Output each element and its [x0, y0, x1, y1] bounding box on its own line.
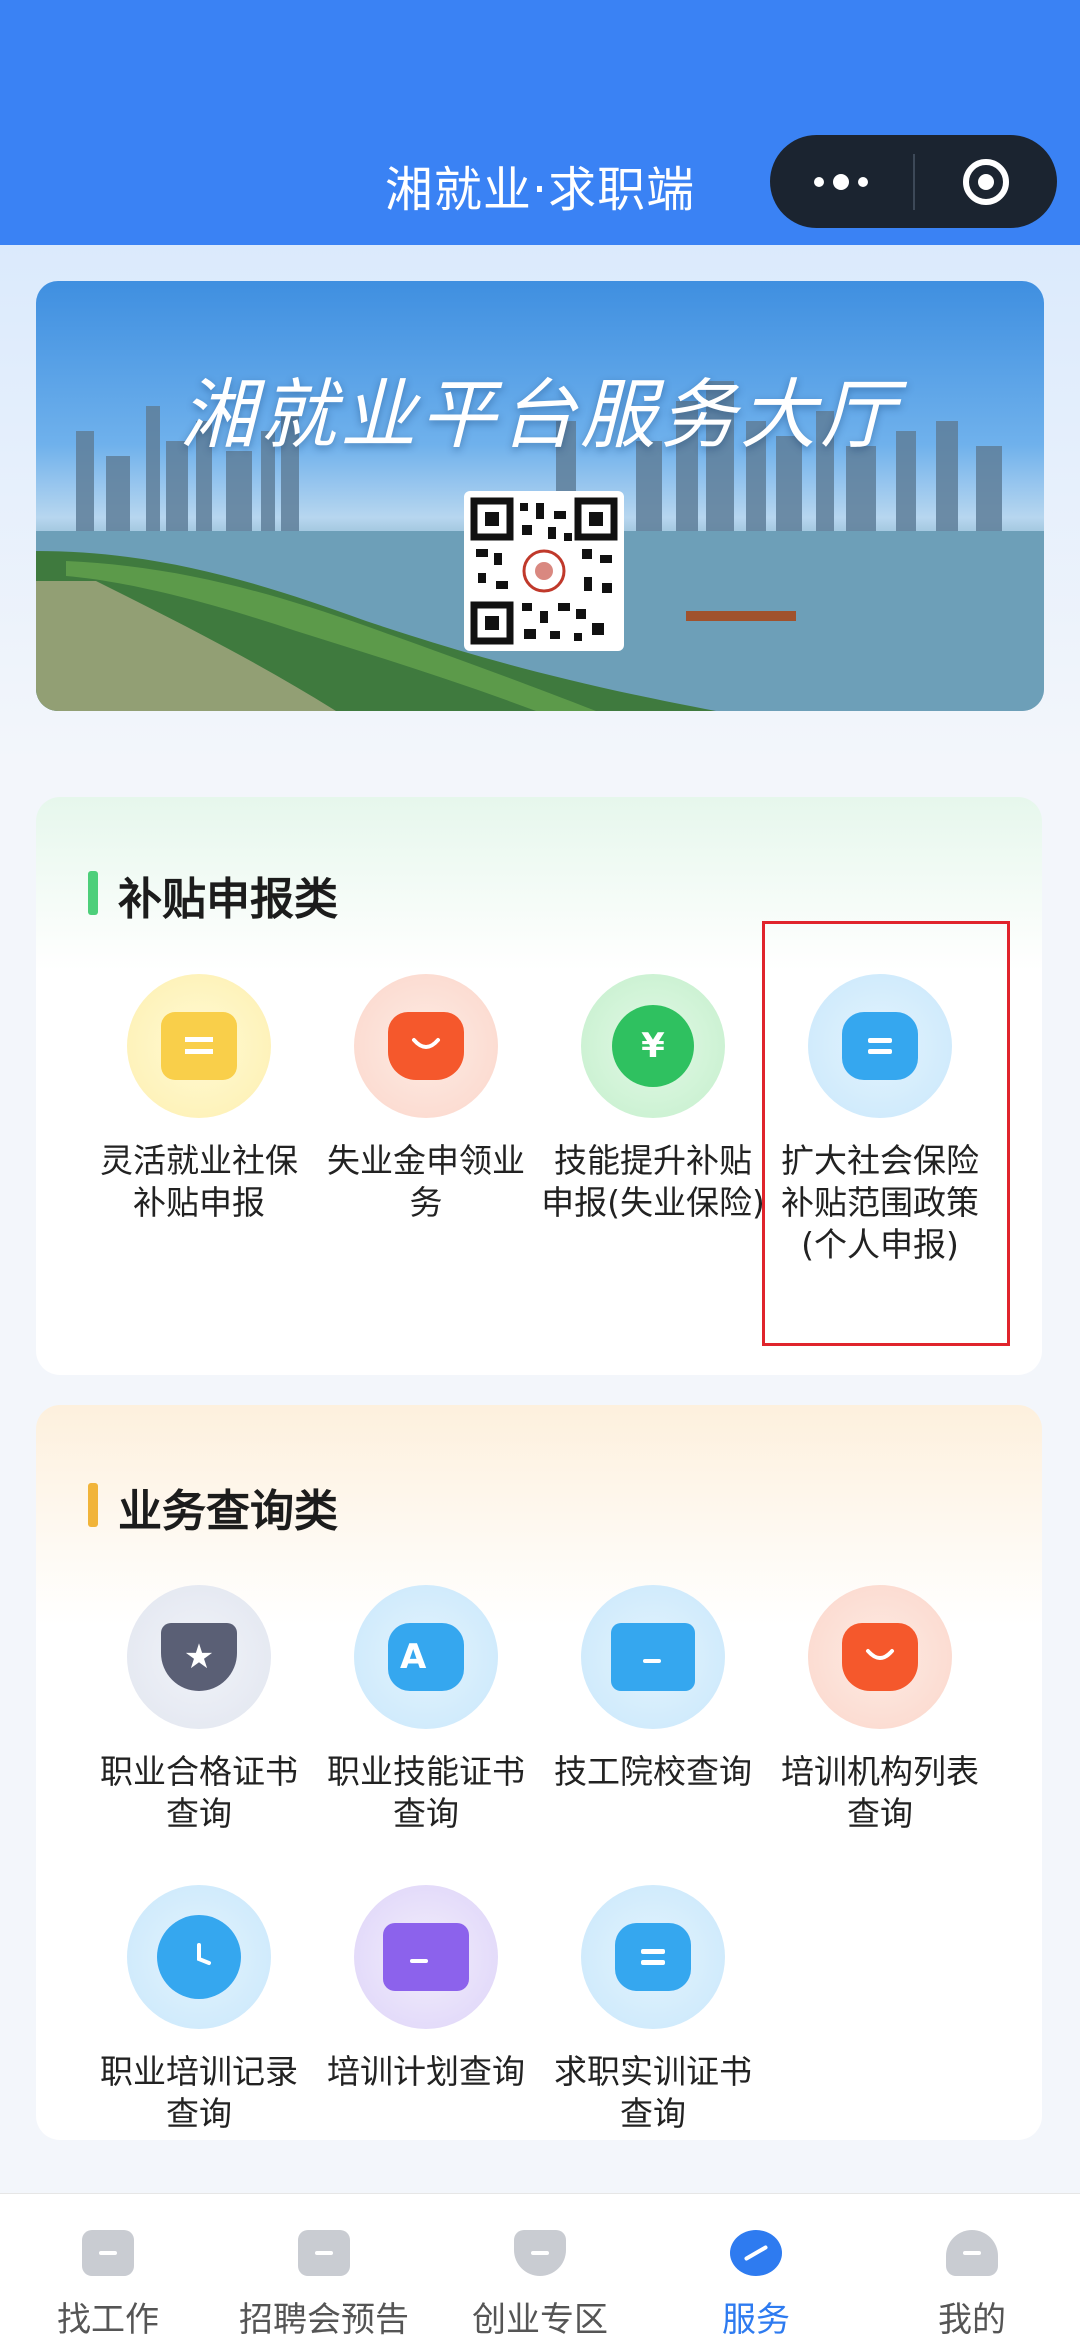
- more-button[interactable]: [770, 135, 913, 228]
- clock-icon: [127, 1885, 271, 2029]
- tab-label: 创业专区: [472, 2300, 608, 2340]
- grid-item-label: 失业金申领业务: [327, 1141, 525, 1222]
- more-dots-icon: [814, 173, 869, 190]
- grid-item-label: 灵活就业社保补贴申报: [100, 1141, 298, 1222]
- grid-item-flexible-employment-subsidy[interactable]: 灵活就业社保补贴申报: [86, 974, 312, 1224]
- title-bar: 湘就业·求职端: [0, 0, 1080, 245]
- grid-item-label: 培训机构列表查询: [781, 1752, 979, 1833]
- bag-icon: [808, 1585, 952, 1729]
- grid-item-skill-upgrade-subsidy[interactable]: ¥ 技能提升补贴申报(失业保险): [540, 974, 766, 1224]
- grid-item-label: 培训计划查询: [327, 2052, 525, 2091]
- grid-item-label: 职业培训记录查询: [100, 2052, 298, 2133]
- mini-program-capsule: [770, 135, 1057, 228]
- money-bag-icon: ¥: [581, 974, 725, 1118]
- highlight-box: [762, 921, 1010, 1346]
- service-hall-banner[interactable]: 湘就业平台服务大厅: [36, 281, 1044, 711]
- card-icon: [581, 1885, 725, 2029]
- target-icon: [962, 158, 1009, 205]
- tab-label: 服务: [722, 2300, 790, 2340]
- query-section-title: 业务查询类: [88, 1475, 338, 1539]
- notice-icon: [298, 2230, 350, 2276]
- tab-label: 我的: [938, 2300, 1006, 2340]
- grid-item-practical-training-certificate[interactable]: 求职实训证书查询: [540, 1885, 766, 2135]
- bottom-tab-bar: 找工作 招聘会预告 创业专区 服务 我的: [0, 2193, 1080, 2344]
- grid-item-label: 技工院校查询: [554, 1752, 752, 1791]
- grid-item-qualification-certificate[interactable]: ★ 职业合格证书查询: [86, 1585, 312, 1835]
- tab-label: 招聘会预告: [239, 2300, 409, 2340]
- grid-item-skill-certificate[interactable]: A 职业技能证书查询: [313, 1585, 539, 1835]
- query-section-card: 业务查询类 ★ 职业合格证书查询 A 职业技能证书查询 技工院校查询 培训机构列…: [36, 1405, 1042, 2140]
- tab-mine[interactable]: 我的: [864, 2194, 1080, 2344]
- tab-services[interactable]: 服务: [648, 2194, 864, 2344]
- grid-item-label: 求职实训证书查询: [554, 2052, 752, 2133]
- banner-title: 湘就业平台服务大厅: [180, 370, 900, 459]
- tab-find-job[interactable]: 找工作: [0, 2194, 216, 2344]
- folder-icon: [354, 1885, 498, 2029]
- planet-icon: [730, 2230, 782, 2276]
- qr-code: [464, 491, 624, 651]
- badge-star-icon: ★: [127, 1585, 271, 1729]
- grid-item-label: 职业合格证书查询: [100, 1752, 298, 1833]
- grid-item-training-institutions[interactable]: 培训机构列表查询: [767, 1585, 993, 1835]
- grid-item-unemployment-benefit[interactable]: 失业金申领业务: [313, 974, 539, 1224]
- grid-item-training-plan[interactable]: 培训计划查询: [313, 1885, 539, 2093]
- document-icon: [127, 974, 271, 1118]
- briefcase-icon: [82, 2230, 134, 2276]
- tab-entrepreneurship[interactable]: 创业专区: [432, 2194, 648, 2344]
- bag-icon: [354, 974, 498, 1118]
- close-mini-program-button[interactable]: [915, 135, 1058, 228]
- grid-item-training-records[interactable]: 职业培训记录查询: [86, 1885, 312, 2135]
- tab-job-fair-preview[interactable]: 招聘会预告: [216, 2194, 432, 2344]
- tab-label: 找工作: [57, 2300, 159, 2340]
- grid-item-technical-school[interactable]: 技工院校查询: [540, 1585, 766, 1793]
- folder-icon: [581, 1585, 725, 1729]
- shield-icon: [514, 2230, 566, 2276]
- user-icon: [946, 2230, 998, 2276]
- subsidy-section-title: 补贴申报类: [88, 863, 338, 927]
- grid-item-label: 职业技能证书查询: [327, 1752, 525, 1833]
- certificate-a-icon: A: [354, 1585, 498, 1729]
- grid-item-label: 技能提升补贴申报(失业保险): [541, 1141, 765, 1222]
